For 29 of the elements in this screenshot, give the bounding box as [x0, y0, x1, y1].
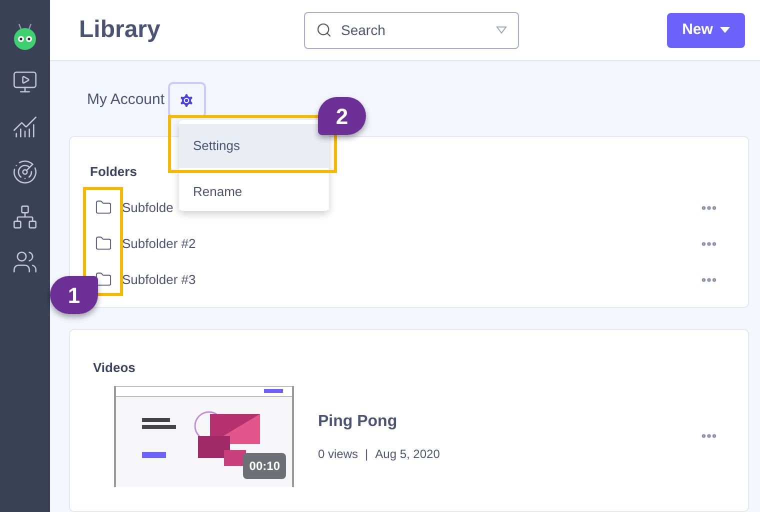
section-title: Folders [90, 163, 138, 181]
robot-logo-icon[interactable] [12, 22, 38, 50]
folder-name[interactable]: Subfolder #3 [122, 270, 700, 290]
video-title[interactable]: Ping Pong [318, 410, 700, 434]
view-count: 0 views [318, 446, 358, 462]
network-icon[interactable] [12, 204, 38, 230]
settings-icon [178, 92, 196, 108]
section-title: Videos [93, 359, 136, 377]
caret-icon [720, 27, 730, 33]
duration-badge: 00:10 [243, 452, 286, 478]
chart-icon[interactable] [12, 114, 38, 140]
search-icon [316, 22, 332, 38]
folder-name[interactable]: Subfolder #2 [122, 234, 700, 254]
account-label: My Account [87, 90, 165, 110]
search-input[interactable]: Search [341, 20, 487, 40]
caret-icon [496, 26, 507, 34]
folder-icon [95, 235, 112, 252]
settings-button[interactable] [168, 82, 206, 118]
new-button[interactable]: New [667, 12, 745, 48]
target-icon[interactable] [12, 159, 38, 185]
video-player-icon[interactable] [12, 69, 38, 95]
menu-item[interactable]: Settings [179, 124, 329, 168]
search-field[interactable]: Search [304, 12, 519, 48]
menu-item[interactable]: Rename [179, 174, 329, 210]
separator: | [365, 446, 368, 462]
upload-date: Aug 5, 2020 [375, 446, 440, 462]
page-title: Library [79, 15, 162, 45]
people-icon[interactable] [12, 249, 38, 275]
folder-icon [95, 199, 112, 216]
